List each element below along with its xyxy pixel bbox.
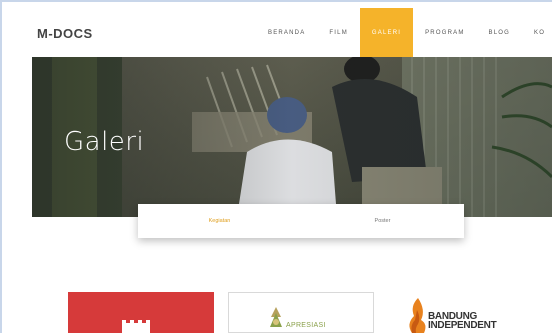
castle-icon bbox=[122, 320, 150, 333]
nav-item-beranda[interactable]: BERANDA bbox=[256, 8, 317, 57]
site-logo[interactable]: M-DOCS bbox=[37, 26, 93, 41]
tab-kegiatan[interactable]: Kegiatan bbox=[138, 204, 301, 238]
nav-item-program[interactable]: PROGRAM bbox=[413, 8, 476, 57]
main-nav: BERANDA FILM GALERI PROGRAM BLOG KO bbox=[256, 8, 552, 57]
partner-tile-red[interactable] bbox=[68, 292, 214, 333]
gallery-tabs: Kegiatan Poster bbox=[138, 204, 464, 238]
site-header: M-DOCS BERANDA FILM GALERI PROGRAM BLOG … bbox=[2, 2, 552, 57]
hero-banner: Galeri bbox=[32, 57, 552, 217]
partner-tile-bandung[interactable]: BANDUNG INDEPENDENT bbox=[388, 292, 534, 333]
nav-item-blog[interactable]: BLOG bbox=[477, 8, 522, 57]
tab-poster[interactable]: Poster bbox=[301, 204, 464, 238]
nav-item-kontak[interactable]: KO bbox=[522, 8, 552, 57]
bandung-line2: INDEPENDENT bbox=[428, 320, 497, 331]
nav-item-film[interactable]: FILM bbox=[317, 8, 359, 57]
apresiasi-label: APRESIASI bbox=[286, 322, 326, 329]
partner-tile-apresiasi[interactable]: APRESIASI bbox=[228, 292, 374, 333]
nav-item-galeri[interactable]: GALERI bbox=[359, 8, 414, 57]
page-title: Galeri bbox=[64, 127, 145, 157]
bandung-label: BANDUNG INDEPENDENT bbox=[428, 312, 497, 331]
